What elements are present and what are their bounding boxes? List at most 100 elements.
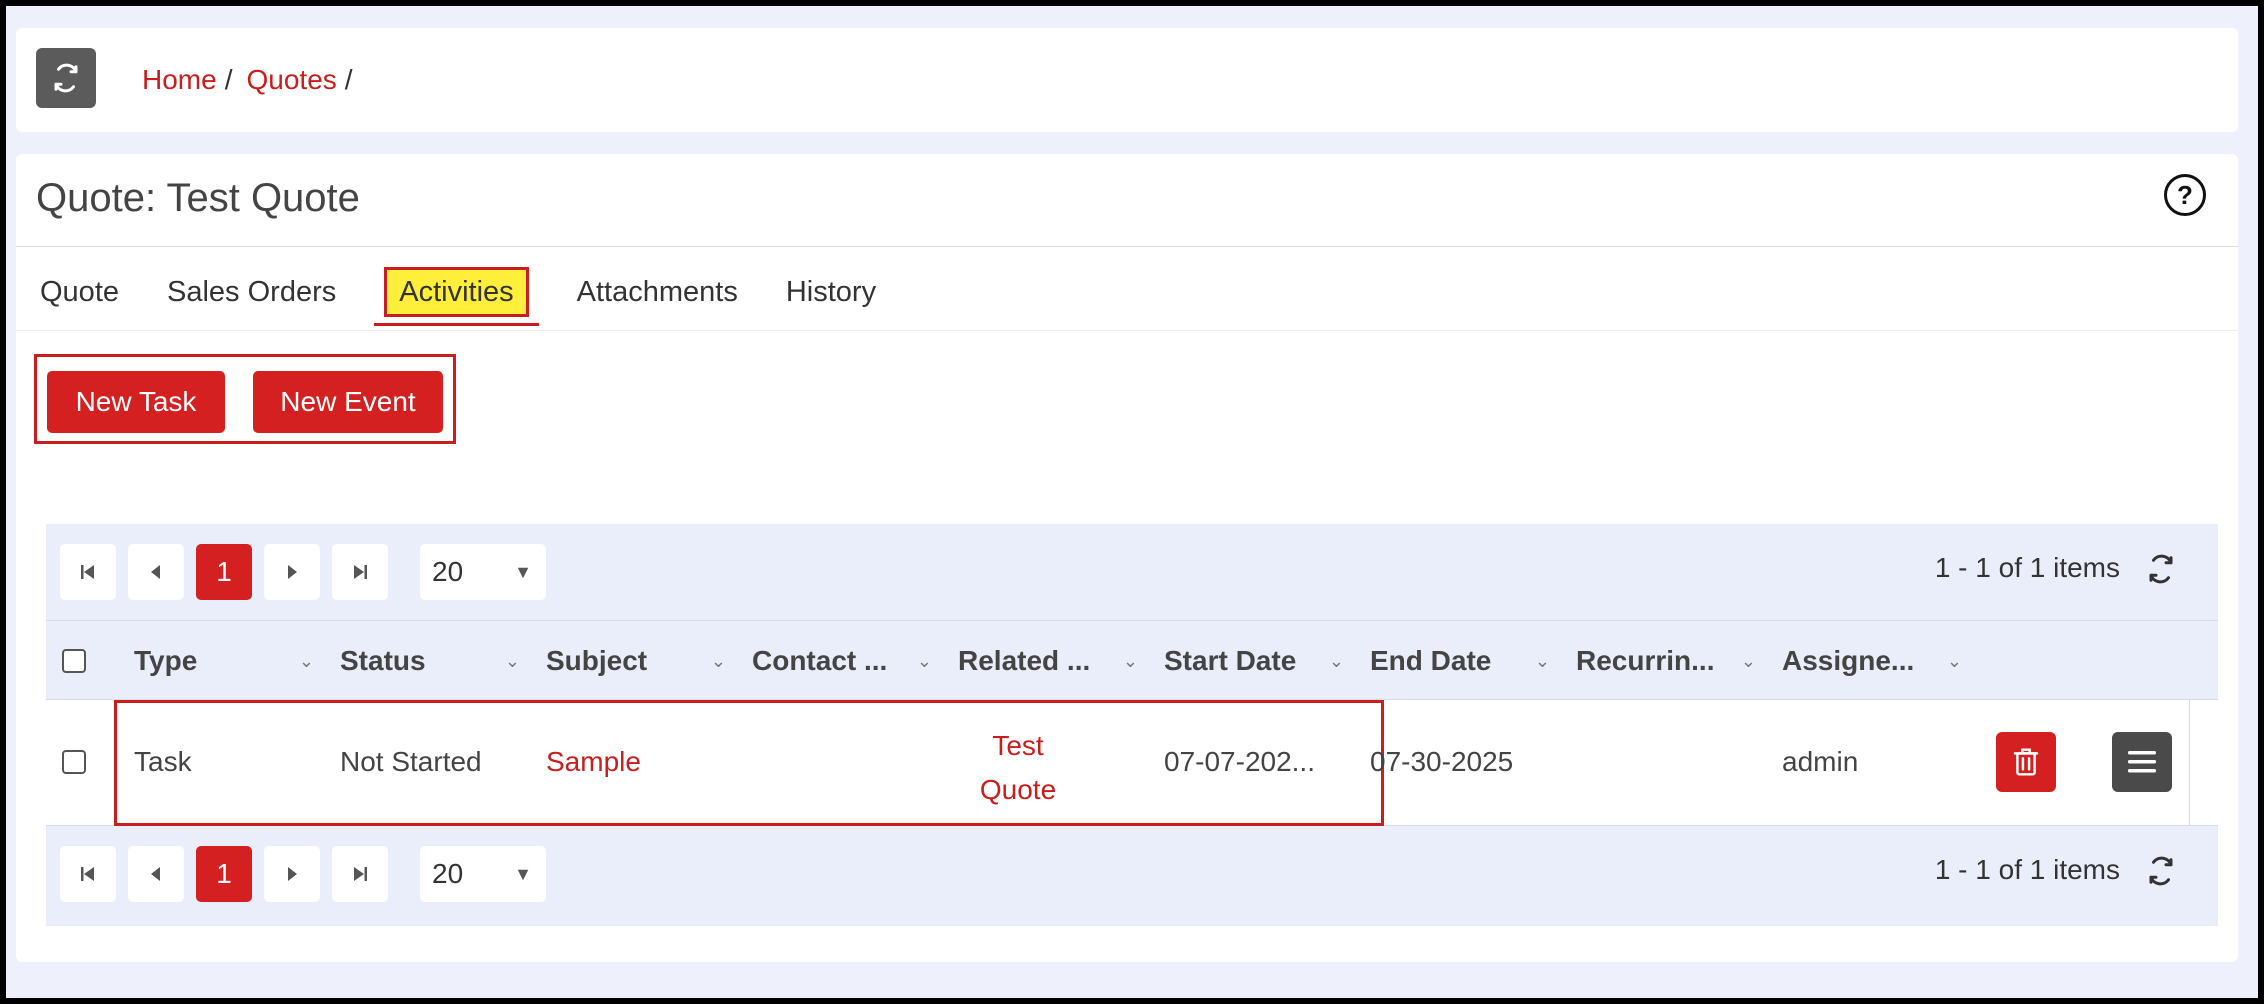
- first-page-icon: [81, 867, 94, 881]
- main-panel: Quote: Test Quote ? Quote Sales Orders A…: [16, 154, 2238, 962]
- page-size-value: 20: [432, 858, 464, 889]
- chevron-down-icon[interactable]: ⌄: [917, 621, 932, 701]
- tab-quote[interactable]: Quote: [16, 254, 143, 330]
- pager-info: 1 - 1 of 1 items: [1934, 552, 2120, 583]
- next-page-button[interactable]: [264, 544, 320, 600]
- tab-sales-orders[interactable]: Sales Orders: [143, 254, 360, 330]
- tab-label: History: [785, 276, 877, 308]
- breadcrumb-separator: /: [224, 64, 233, 95]
- chevron-down-icon[interactable]: ⌄: [711, 621, 726, 701]
- cell-related-link[interactable]: Test Quote: [958, 724, 1078, 812]
- next-page-icon: [288, 565, 297, 579]
- prev-page-icon: [151, 867, 160, 881]
- activities-grid: 1 20 ▼ 1 - 1 of 1 items Type ⌄ Status ⌄ …: [46, 524, 2218, 926]
- page-title: Quote: Test Quote: [36, 176, 360, 220]
- tab-history[interactable]: History: [762, 254, 900, 330]
- page-size-select[interactable]: 20 ▼: [420, 846, 546, 902]
- next-page-icon: [288, 867, 297, 881]
- page-refresh-button[interactable]: [36, 48, 96, 108]
- chevron-down-icon[interactable]: ⌄: [1947, 621, 1962, 701]
- next-page-button[interactable]: [264, 846, 320, 902]
- chevron-down-icon[interactable]: ⌄: [1535, 621, 1550, 701]
- trash-icon: [2013, 748, 2039, 776]
- tab-label: Activities: [384, 267, 529, 317]
- column-label: Start Date: [1164, 645, 1297, 676]
- divider: [16, 330, 2238, 331]
- dropdown-caret-icon: ▼: [514, 864, 532, 884]
- column-label: Related ...: [958, 645, 1091, 676]
- column-header-end-date[interactable]: End Date ⌄: [1370, 621, 1550, 701]
- column-header-start-date[interactable]: Start Date ⌄: [1164, 621, 1344, 701]
- page-size-value: 20: [432, 556, 464, 587]
- new-event-button[interactable]: New Event: [253, 371, 443, 433]
- breadcrumb-quotes[interactable]: Quotes: [246, 64, 336, 96]
- breadcrumb-home[interactable]: Home: [142, 64, 217, 96]
- column-label: Assigne...: [1782, 645, 1915, 676]
- row-menu-button[interactable]: [2112, 732, 2172, 792]
- column-header-status[interactable]: Status ⌄: [340, 621, 520, 701]
- related-line: Quote: [979, 774, 1057, 805]
- help-icon[interactable]: ?: [2164, 174, 2206, 216]
- first-page-icon: [81, 565, 94, 579]
- column-header-subject[interactable]: Subject ⌄: [546, 621, 726, 701]
- refresh-icon: [2149, 856, 2173, 886]
- delete-row-button[interactable]: [1996, 732, 2056, 792]
- column-label: Contact ...: [752, 645, 888, 676]
- last-page-button[interactable]: [332, 846, 388, 902]
- chevron-down-icon[interactable]: ⌄: [505, 621, 520, 701]
- page-number-button[interactable]: 1: [196, 846, 252, 902]
- chevron-down-icon[interactable]: ⌄: [1741, 621, 1756, 701]
- top-bar: Home / Quotes /: [16, 28, 2238, 132]
- chevron-down-icon[interactable]: ⌄: [1329, 621, 1344, 701]
- column-header-recurring[interactable]: Recurrin... ⌄: [1576, 621, 1756, 701]
- page-size-select[interactable]: 20 ▼: [420, 544, 546, 600]
- cell-assigned: admin: [1782, 746, 1859, 777]
- breadcrumb: Home / Quotes /: [142, 64, 367, 96]
- tab-bar: Quote Sales Orders Activities Attachment…: [16, 254, 900, 330]
- last-page-button[interactable]: [332, 544, 388, 600]
- tab-attachments[interactable]: Attachments: [553, 254, 762, 330]
- column-header-contact[interactable]: Contact ... ⌄: [752, 621, 932, 701]
- column-header-type[interactable]: Type ⌄: [134, 621, 314, 701]
- refresh-icon: [54, 63, 78, 93]
- cell-end-date: 07-30-2025: [1370, 746, 1514, 777]
- prev-page-button[interactable]: [128, 544, 184, 600]
- breadcrumb-separator: /: [344, 64, 353, 95]
- last-page-icon: [354, 867, 367, 881]
- first-page-button[interactable]: [60, 544, 116, 600]
- prev-page-button[interactable]: [128, 846, 184, 902]
- column-header-related[interactable]: Related ... ⌄: [958, 621, 1138, 701]
- grid-refresh-button[interactable]: [2146, 554, 2176, 589]
- first-page-button[interactable]: [60, 846, 116, 902]
- menu-icon: [2128, 751, 2156, 773]
- column-label: End Date: [1370, 645, 1492, 676]
- column-label: Subject: [546, 645, 648, 676]
- last-page-icon: [354, 565, 367, 579]
- cell-status: Not Started: [340, 746, 482, 777]
- row-checkbox[interactable]: [62, 750, 86, 774]
- pager-top: 1 20 ▼ 1 - 1 of 1 items: [46, 524, 2218, 620]
- pager-info: 1 - 1 of 1 items: [1934, 854, 2120, 885]
- table-row[interactable]: Task Not Started Sample Test Quote 07-07…: [46, 700, 2218, 826]
- cell-subject-link[interactable]: Sample: [546, 746, 641, 778]
- chevron-down-icon[interactable]: ⌄: [1123, 621, 1138, 701]
- action-button-group: New Task New Event: [34, 354, 456, 444]
- select-all-checkbox[interactable]: [62, 649, 86, 673]
- refresh-icon: [2149, 554, 2173, 584]
- cell-start-date: 07-07-202...: [1164, 746, 1315, 777]
- tab-activities[interactable]: Activities: [360, 254, 552, 330]
- new-task-button[interactable]: New Task: [47, 371, 225, 433]
- tab-label: Quote: [40, 276, 119, 308]
- related-line: Test: [992, 730, 1044, 761]
- chevron-down-icon[interactable]: ⌄: [299, 621, 314, 701]
- column-header-assigned[interactable]: Assigne... ⌄: [1782, 621, 1962, 701]
- prev-page-icon: [151, 565, 160, 579]
- column-label: Type: [134, 645, 198, 676]
- column-label: Status: [340, 645, 426, 676]
- grid-header: Type ⌄ Status ⌄ Subject ⌄ Contact ... ⌄ Rela…: [46, 620, 2218, 700]
- tab-label: Attachments: [576, 276, 738, 308]
- column-label: Recurrin...: [1576, 645, 1715, 676]
- grid-refresh-button[interactable]: [2146, 856, 2176, 891]
- page-number-button[interactable]: 1: [196, 544, 252, 600]
- divider: [16, 246, 2238, 247]
